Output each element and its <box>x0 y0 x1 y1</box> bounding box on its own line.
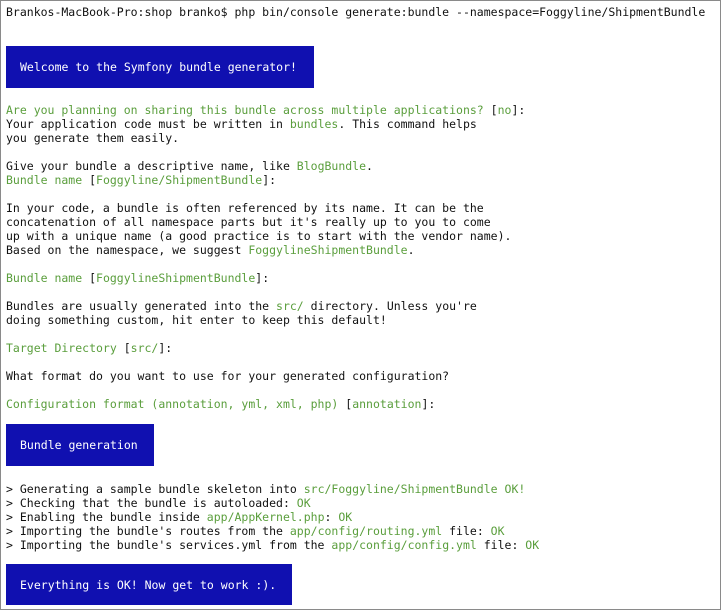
step-status: OK <box>490 524 505 538</box>
suggest-line: Based on the namespace, we suggest Foggy… <box>6 243 415 257</box>
target-directory-label: Target Directory <box>6 341 117 355</box>
dir-text: Bundles are usually generated into the <box>6 299 277 313</box>
target-directory-question: Target Directory [src/]: <box>6 341 172 355</box>
step-status: OK <box>296 496 311 510</box>
config-format-question: Configuration format (annotation, yml, x… <box>6 397 435 411</box>
bracket-open: [ <box>116 341 131 355</box>
give-name-line: Give your bundle a descriptive name, lik… <box>6 159 373 173</box>
step-text <box>498 482 505 496</box>
step-text: > Importing the bundle's services.yml fr… <box>6 538 332 552</box>
example-bundle-name: BlogBundle <box>296 159 367 173</box>
bracket-close: ]: <box>255 271 270 285</box>
done-banner: Everything is OK! Now get to work :). <box>6 564 292 605</box>
step-line: > Importing the bundle's services.yml fr… <box>6 538 539 552</box>
step-text: : <box>324 510 339 524</box>
config-format-label: Configuration format (annotation, yml, x… <box>6 397 339 411</box>
give-name-text: . <box>366 159 373 173</box>
step-line: > Checking that the bundle is autoloaded… <box>6 496 311 510</box>
bracket-open: [ <box>338 397 353 411</box>
bracket-open: [ <box>82 173 97 187</box>
bundle-generation-banner-text: Bundle generation <box>20 438 138 452</box>
step-text: > Importing the bundle's routes from the <box>6 524 290 538</box>
intro-line-1: Your application code must be written in… <box>6 117 477 131</box>
intro-text: . This command helps <box>338 117 477 131</box>
dir-highlight: src/ <box>276 299 304 313</box>
welcome-banner: Welcome to the Symfony bundle generator! <box>6 46 314 88</box>
step-status: OK <box>525 538 540 552</box>
step-path: app/AppKernel.php <box>206 510 325 524</box>
step-text: > Generating a sample bundle skeleton in… <box>6 482 304 496</box>
sharing-question: Are you planning on sharing this bundle … <box>6 103 525 117</box>
bracket-close: ]: <box>158 341 173 355</box>
give-name-text: Give your bundle a descriptive name, lik… <box>6 159 297 173</box>
bundle-name-question-1: Bundle name [Foggyline/ShipmentBundle]: <box>6 173 276 187</box>
dir-text: directory. Unless you're <box>303 299 477 313</box>
dir-line-1: Bundles are usually generated into the s… <box>6 299 477 313</box>
step-status: OK <box>338 510 353 524</box>
step-text: > Checking that the bundle is autoloaded… <box>6 496 297 510</box>
bracket-open: [ <box>483 103 498 117</box>
step-path: app/config/config.yml <box>331 538 477 552</box>
command-prompt: Brankos-MacBook-Pro:shop branko$ php bin… <box>6 5 706 19</box>
config-format-default: annotation <box>352 397 422 411</box>
bundle-generation-banner: Bundle generation <box>6 424 154 466</box>
step-path: src/Foggyline/ShipmentBundle <box>303 482 498 496</box>
done-banner-text: Everything is OK! Now get to work :). <box>20 577 277 592</box>
suggest-text: Based on the namespace, we suggest <box>6 243 249 257</box>
step-path: app/config/routing.yml <box>289 524 443 538</box>
dir-line-2: doing something custom, hit enter to kee… <box>6 313 387 327</box>
suggested-bundle-name: FoggylineShipmentBundle <box>248 243 408 257</box>
target-directory-default: src/ <box>130 341 159 355</box>
bundle-name-label: Bundle name <box>6 173 83 187</box>
intro-highlight: bundles <box>289 117 339 131</box>
step-status: OK! <box>504 482 526 496</box>
intro-text: Your application code must be written in <box>6 117 290 131</box>
sharing-default: no <box>497 103 512 117</box>
step-text: > Enabling the bundle inside <box>6 510 207 524</box>
bracket-close: ]: <box>421 397 436 411</box>
step-text: file: <box>442 524 491 538</box>
sharing-question-text: Are you planning on sharing this bundle … <box>6 103 484 117</box>
suggest-text: . <box>407 243 415 257</box>
bracket-close: ]: <box>262 173 277 187</box>
bundle-name-question-2: Bundle name [FoggylineShipmentBundle]: <box>6 271 269 285</box>
format-question: What format do you want to use for your … <box>6 369 450 383</box>
para-code-line-2: concatenation of all namespace parts but… <box>6 215 491 229</box>
step-line: > Enabling the bundle inside app/AppKern… <box>6 510 352 524</box>
step-text: file: <box>476 538 526 552</box>
intro-line-2: you generate them easily. <box>6 131 180 145</box>
bundle-name-default: FoggylineShipmentBundle <box>96 271 256 285</box>
terminal-window[interactable]: Brankos-MacBook-Pro:shop branko$ php bin… <box>0 0 721 610</box>
bundle-name-label: Bundle name <box>6 271 83 285</box>
para-code-line-3: up with a unique name (a good practice i… <box>6 229 512 243</box>
bundle-name-default: Foggyline/ShipmentBundle <box>96 173 263 187</box>
welcome-banner-text: Welcome to the Symfony bundle generator! <box>20 60 297 74</box>
para-code-line-1: In your code, a bundle is often referenc… <box>6 201 484 215</box>
bracket-open: [ <box>82 271 97 285</box>
step-line: > Generating a sample bundle skeleton in… <box>6 482 525 496</box>
bracket-close: ]: <box>511 103 526 117</box>
step-line: > Importing the bundle's routes from the… <box>6 524 505 538</box>
